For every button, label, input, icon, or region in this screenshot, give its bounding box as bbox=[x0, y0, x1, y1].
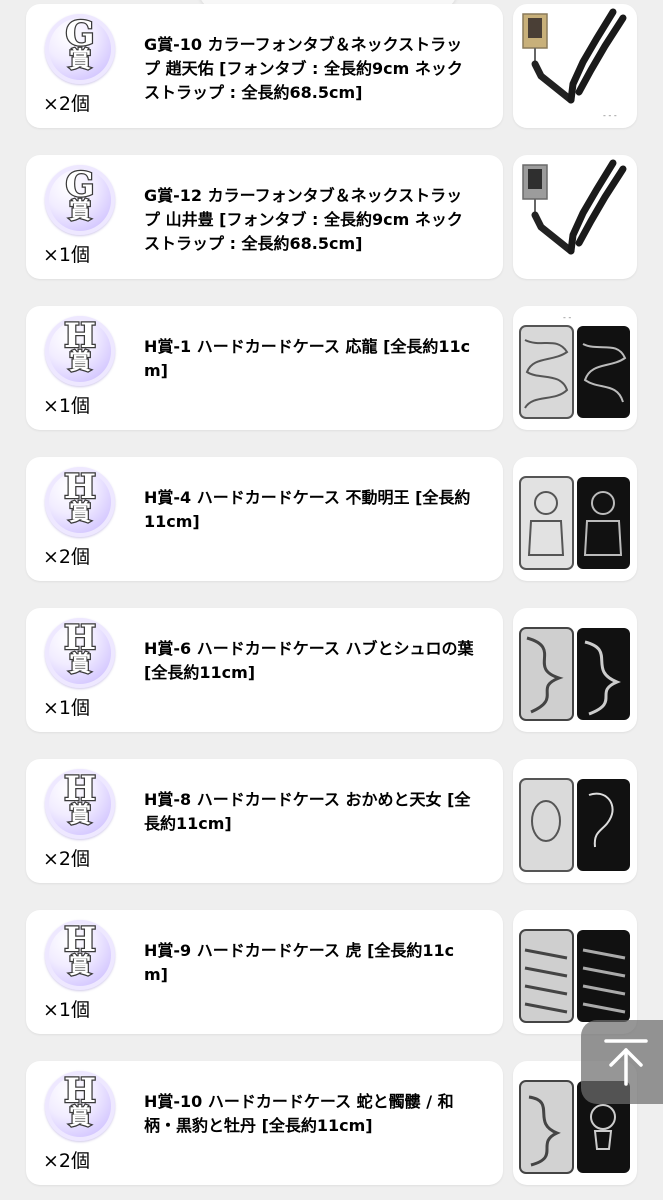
grade-badge-icon: H 賞 bbox=[45, 769, 115, 839]
prize-row[interactable]: H 賞 ×2個 H賞-8 ハードカードケース おかめと天女 [全長約11cm] bbox=[26, 759, 637, 883]
prize-title: H賞-9 ハードカードケース 虎 [全長約11cm] bbox=[144, 941, 455, 984]
prize-row[interactable]: H 賞 ×2個 H賞-10 ハードカードケース 蛇と髑髏 / 和柄・黒豹と牡丹 … bbox=[26, 1061, 637, 1185]
card-case-illustration bbox=[519, 476, 630, 570]
prize-row[interactable]: H 賞 ×2個 H賞-4 ハードカードケース 不動明王 [全長約11cm] bbox=[26, 457, 637, 581]
prize-title: H賞-1 ハードカードケース 応龍 [全長約11cm] bbox=[144, 337, 471, 380]
grade-letter: H bbox=[63, 467, 98, 507]
prize-row[interactable]: G 賞 ×1個 G賞-12 カラーフォンタブ＆ネックストラップ 山井豊 [フォン… bbox=[26, 155, 637, 279]
prize-card[interactable]: H 賞 ×2個 H賞-10 ハードカードケース 蛇と髑髏 / 和柄・黒豹と牡丹 … bbox=[26, 1061, 503, 1185]
prize-row[interactable]: H 賞 ×1個 H賞-1 ハードカードケース 応龍 [全長約11cm] - - bbox=[26, 306, 637, 430]
grade-kanji: 賞 bbox=[68, 349, 93, 376]
card-case-thumbnail-image[interactable]: - - bbox=[513, 306, 637, 430]
prize-row[interactable]: H 賞 ×1個 H賞-6 ハードカードケース ハブとシュロの葉 [全長約11cm… bbox=[26, 608, 637, 732]
grade-kanji: 賞 bbox=[68, 198, 93, 225]
lanyard-thumbnail-image[interactable] bbox=[513, 155, 637, 279]
prize-title: G賞-12 カラーフォンタブ＆ネックストラップ 山井豊 [フォンタブ : 全長約… bbox=[144, 186, 463, 253]
grade-letter: H bbox=[63, 618, 98, 658]
svg-text:- - -: - - - bbox=[603, 111, 617, 120]
prize-title: H賞-10 ハードカードケース 蛇と髑髏 / 和柄・黒豹と牡丹 [全長約11cm… bbox=[144, 1092, 454, 1135]
arrow-up-to-top-icon bbox=[604, 1039, 648, 1086]
grade-badge-icon: H 賞 bbox=[45, 316, 115, 386]
grade-badge-icon: G 賞 bbox=[45, 14, 115, 84]
card-case-thumbnail-image[interactable] bbox=[513, 910, 637, 1034]
quantity-label: ×1個 bbox=[43, 244, 91, 266]
grade-badge-icon: H 賞 bbox=[45, 618, 115, 688]
prize-card[interactable]: H 賞 ×1個 H賞-1 ハードカードケース 応龍 [全長約11cm] bbox=[26, 306, 503, 430]
prize-card[interactable]: H 賞 ×1個 H賞-9 ハードカードケース 虎 [全長約11cm] bbox=[26, 910, 503, 1034]
card-case-thumbnail-image[interactable] bbox=[513, 457, 637, 581]
prize-row[interactable]: G 賞 ×2個 G賞-10 カラーフォンタブ＆ネックストラップ 趙天佑 [フォン… bbox=[26, 4, 637, 128]
grade-letter: H bbox=[63, 769, 98, 809]
grade-letter: G bbox=[64, 165, 96, 205]
prize-card[interactable]: H 賞 ×2個 H賞-4 ハードカードケース 不動明王 [全長約11cm] bbox=[26, 457, 503, 581]
card-case-illustration bbox=[519, 929, 630, 1023]
grade-kanji: 賞 bbox=[68, 651, 93, 678]
grade-letter: H bbox=[63, 1071, 98, 1111]
grade-badge-icon: H 賞 bbox=[45, 1071, 115, 1141]
quantity-label: ×1個 bbox=[43, 697, 91, 719]
prize-card[interactable]: G 賞 ×2個 G賞-10 カラーフォンタブ＆ネックストラップ 趙天佑 [フォン… bbox=[26, 4, 503, 128]
quantity-label: ×1個 bbox=[43, 999, 91, 1021]
lanyard-thumbnail-image[interactable]: - - - bbox=[513, 4, 637, 128]
scroll-to-top-button[interactable] bbox=[581, 1020, 663, 1104]
lanyard-illustration: - - - bbox=[522, 8, 627, 120]
svg-text:- -: - - bbox=[563, 313, 571, 322]
prize-title: H賞-6 ハードカードケース ハブとシュロの葉 [全長約11cm] bbox=[144, 639, 474, 682]
grade-letter: H bbox=[63, 920, 98, 960]
card-case-thumbnail-image[interactable] bbox=[513, 608, 637, 732]
quantity-label: ×2個 bbox=[43, 93, 91, 115]
card-case-illustration bbox=[519, 627, 630, 721]
grade-letter: G bbox=[64, 14, 96, 54]
grade-badge-icon: G 賞 bbox=[45, 165, 115, 235]
grade-kanji: 賞 bbox=[68, 47, 93, 74]
grade-badge-icon: H 賞 bbox=[45, 467, 115, 537]
quantity-label: ×2個 bbox=[43, 848, 91, 870]
prize-card[interactable]: H 賞 ×1個 H賞-6 ハードカードケース ハブとシュロの葉 [全長約11cm… bbox=[26, 608, 503, 732]
grade-badge-icon: H 賞 bbox=[45, 920, 115, 990]
card-case-thumbnail-image[interactable] bbox=[513, 759, 637, 883]
prize-card[interactable]: G 賞 ×1個 G賞-12 カラーフォンタブ＆ネックストラップ 山井豊 [フォン… bbox=[26, 155, 503, 279]
prize-title: H賞-8 ハードカードケース おかめと天女 [全長約11cm] bbox=[144, 790, 471, 833]
lanyard-illustration bbox=[522, 159, 627, 255]
prize-row[interactable]: H 賞 ×1個 H賞-9 ハードカードケース 虎 [全長約11cm] bbox=[26, 910, 637, 1034]
prize-card[interactable]: H 賞 ×2個 H賞-8 ハードカードケース おかめと天女 [全長約11cm] bbox=[26, 759, 503, 883]
grade-kanji: 賞 bbox=[68, 1104, 93, 1131]
quantity-label: ×2個 bbox=[43, 546, 91, 568]
prize-title: H賞-4 ハードカードケース 不動明王 [全長約11cm] bbox=[144, 488, 471, 531]
grade-letter: H bbox=[63, 316, 98, 356]
grade-kanji: 賞 bbox=[68, 500, 93, 527]
grade-kanji: 賞 bbox=[68, 802, 93, 829]
quantity-label: ×1個 bbox=[43, 395, 91, 417]
prize-title: G賞-10 カラーフォンタブ＆ネックストラップ 趙天佑 [フォンタブ : 全長約… bbox=[144, 35, 463, 102]
card-case-illustration: - - bbox=[519, 313, 630, 419]
grade-kanji: 賞 bbox=[68, 953, 93, 980]
card-case-illustration bbox=[519, 778, 630, 872]
quantity-label: ×2個 bbox=[43, 1150, 91, 1172]
